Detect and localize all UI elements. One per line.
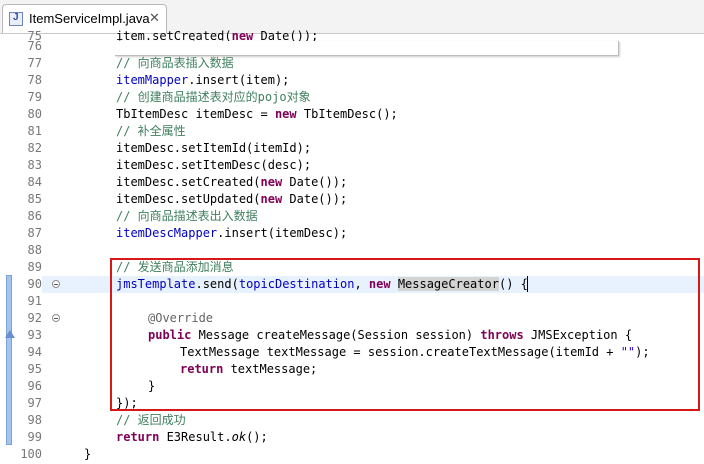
code-line: itemMapper.insert(item); — [116, 73, 290, 87]
line-number: 100 — [20, 447, 42, 461]
code-line: // 返回成功 — [116, 413, 186, 427]
line-number: 91 — [27, 294, 42, 308]
line-number: 90 — [27, 277, 42, 291]
code-line: // 创建商品描述表对应的pojo对象 — [116, 90, 311, 104]
hover-popup — [115, 41, 619, 56]
fold-toggle[interactable] — [52, 314, 60, 322]
line-number: 89 — [27, 260, 42, 274]
line-number: 98 — [27, 413, 42, 427]
line-number: 85 — [27, 192, 42, 206]
line-number: 86 — [27, 209, 42, 223]
line-number: 88 — [27, 243, 42, 257]
editor-tab-bar: ItemServiceImpl.java ✕ — [0, 0, 704, 34]
line-number: 82 — [27, 141, 42, 155]
line-number: 95 — [27, 362, 42, 376]
line-number: 99 — [27, 430, 42, 444]
line-number: 92 — [27, 311, 42, 325]
line-number: 76 — [27, 39, 42, 53]
code-line: itemDesc.setItemDesc(desc); — [116, 158, 312, 172]
line-number: 96 — [27, 379, 42, 393]
java-file-icon — [9, 12, 23, 26]
close-icon[interactable]: ✕ — [149, 10, 160, 26]
line-number: 83 — [27, 158, 42, 172]
code-line: // 补全属性 — [116, 124, 186, 138]
code-line: itemDesc.setCreated(new Date()); — [116, 175, 348, 189]
code-line: itemDesc.setItemId(itemId); — [116, 141, 312, 155]
line-number: 78 — [27, 73, 42, 87]
line-number: 93 — [27, 328, 42, 342]
line-number: 97 — [27, 396, 42, 410]
line-number: 77 — [27, 56, 42, 70]
code-line: } — [84, 447, 92, 461]
line-number: 81 — [27, 124, 42, 138]
code-line: // 向商品表插入数据 — [116, 56, 234, 70]
line-number: 79 — [27, 90, 42, 104]
code-line: // 向商品描述表出入数据 — [116, 209, 258, 223]
code-line: return E3Result.ok(); — [116, 430, 268, 444]
line-number: 84 — [27, 175, 42, 189]
code-line: itemDesc.setUpdated(new Date()); — [116, 192, 348, 206]
tab-title: ItemServiceImpl.java — [29, 11, 150, 26]
fold-toggle[interactable] — [52, 280, 60, 288]
highlight-annotation-box — [110, 258, 700, 411]
line-number: 94 — [27, 345, 42, 359]
line-number: 87 — [27, 226, 42, 240]
code-line: TbItemDesc itemDesc = new TbItemDesc(); — [116, 107, 398, 121]
line-number: 80 — [27, 107, 42, 121]
code-line: itemDescMapper.insert(itemDesc); — [116, 226, 348, 240]
